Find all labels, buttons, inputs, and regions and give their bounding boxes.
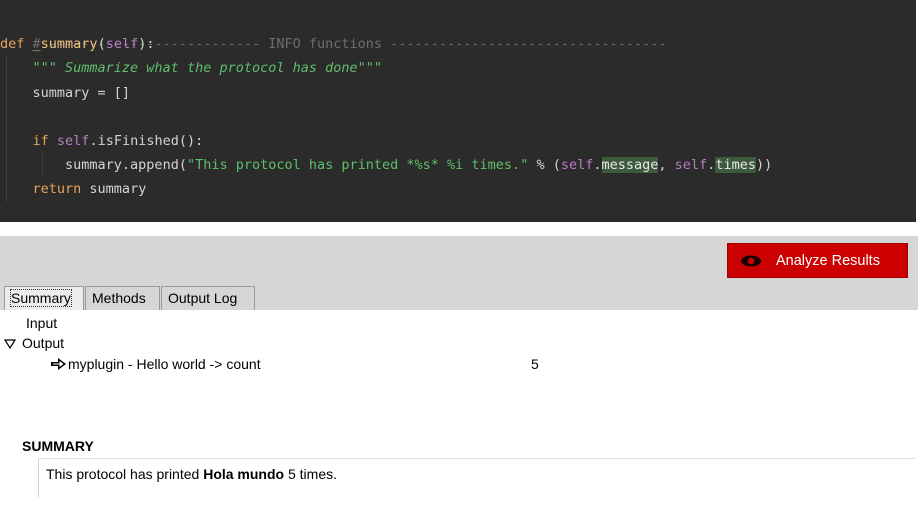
code-function-name: _summary: [32, 36, 98, 53]
code-string: "This protocol has printed *%s* %i times…: [186, 157, 529, 174]
output-item-label: myplugin - Hello world -> count: [68, 356, 261, 372]
output-item-value: 5: [531, 356, 539, 372]
code-keyword: if: [32, 132, 49, 149]
code-line: """ Summarize what the protocol has done…: [0, 56, 916, 81]
tree-item-output[interactable]: Output: [4, 335, 64, 351]
tab-summary[interactable]: Summary: [4, 286, 84, 310]
code-self: self: [105, 36, 139, 53]
eye-icon: [741, 255, 761, 266]
code-statement: summary = []: [32, 84, 131, 101]
code-line: def _summary(self):: [0, 36, 155, 53]
code-highlight: times: [715, 157, 756, 174]
code-line: [0, 104, 916, 129]
code-line: if self.isFinished():: [0, 128, 916, 154]
code-line: # -------------------------- INFO functi…: [0, 8, 916, 52]
code-line: summary = []: [0, 80, 916, 105]
code-editor: # -------------------------- INFO functi…: [0, 0, 916, 222]
analyze-results-label: Analyze Results: [776, 252, 880, 269]
code-line: return summary: [0, 177, 916, 202]
code-docstring: """ Summarize what the protocol has done…: [32, 60, 383, 77]
summary-heading: SUMMARY: [22, 438, 94, 454]
tree-item-output-count[interactable]: myplugin - Hello world -> count: [50, 356, 261, 372]
tab-methods[interactable]: Methods: [85, 286, 160, 310]
analyze-results-button[interactable]: Analyze Results: [727, 243, 908, 278]
code-line: summary.append("This protocol has printe…: [0, 153, 916, 178]
summary-box-border: [38, 459, 39, 497]
divider: [38, 458, 916, 459]
expand-toggle-icon[interactable]: [4, 339, 16, 350]
code-highlight: message: [601, 157, 659, 174]
summary-text: This protocol has printed Hola mundo 5 t…: [46, 466, 337, 482]
tree-item-input[interactable]: Input: [26, 315, 57, 331]
code-keyword: def: [0, 36, 25, 53]
arrow-right-icon: [51, 358, 66, 370]
summary-message: Hola mundo: [203, 466, 285, 482]
tab-output-log[interactable]: Output Log: [161, 286, 255, 310]
code-keyword: return: [32, 181, 82, 198]
protocol-tree: Input Output myplugin - Hello world -> c…: [0, 312, 918, 392]
